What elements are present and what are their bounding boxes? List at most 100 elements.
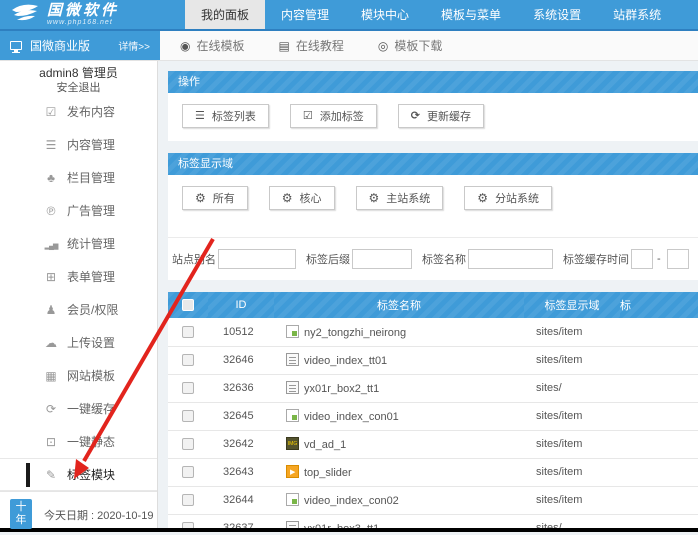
tag-name-link[interactable]: video_index_tt01 <box>304 355 387 367</box>
sidebar-item-icon <box>44 106 58 118</box>
tag-name-link[interactable]: vd_ad_1 <box>304 439 346 451</box>
sidebar-item[interactable]: 发布内容 <box>0 95 157 128</box>
site-alias-input[interactable] <box>218 249 296 269</box>
row-checkbox[interactable] <box>182 466 194 478</box>
row-id: 10512 <box>208 318 274 346</box>
tag-name-link[interactable]: video_index_con01 <box>304 411 399 423</box>
action-button[interactable]: 标签列表 <box>182 104 269 128</box>
sidebar-item-label: 一键缓存 <box>67 400 115 417</box>
cogs-icon <box>282 192 293 205</box>
row-checkbox[interactable] <box>182 494 194 506</box>
tag-type-icon <box>286 353 299 366</box>
tag-name-label: 标签名称 <box>422 251 466 267</box>
tag-name-link[interactable]: top_slider <box>304 467 352 479</box>
nav-item[interactable]: 内容管理 <box>265 0 345 29</box>
brand-logo: 国微软件 www.php168.net <box>0 0 185 29</box>
tag-type-icon <box>286 409 299 422</box>
row-checkbox[interactable] <box>182 410 194 422</box>
anniversary-badge: 十年 <box>10 499 32 529</box>
cache-time-from-input[interactable] <box>631 249 653 269</box>
details-link[interactable]: 详情>> <box>118 38 150 53</box>
nav-item[interactable]: 模板与菜单 <box>425 0 517 29</box>
product-banner[interactable]: 国微商业版 详情>> <box>0 31 160 60</box>
select-all-checkbox[interactable] <box>182 299 194 311</box>
row-name-cell: video_index_con02 <box>274 486 524 514</box>
tag-type-icon <box>286 437 299 450</box>
row-display-domain: sites/item <box>524 346 620 374</box>
sidebar-item[interactable]: 栏目管理 <box>0 161 157 194</box>
row-name-cell: video_index_tt01 <box>274 346 524 374</box>
filter-button[interactable]: 主站系统 <box>356 186 444 210</box>
table-row: 32646 video_index_tt01 sites/item <box>168 346 698 374</box>
row-id: 32643 <box>208 458 274 486</box>
sidebar-item[interactable]: 广告管理 <box>0 194 157 227</box>
sidebar-item[interactable]: 统计管理 <box>0 227 157 260</box>
table-row: 32645 video_index_con01 sites/item <box>168 402 698 430</box>
row-extra-cell <box>620 430 698 458</box>
tag-name-input[interactable] <box>468 249 553 269</box>
sidebar-item-icon <box>44 271 58 283</box>
action-button[interactable]: 添加标签 <box>290 104 377 128</box>
sidebar-item[interactable]: 会员/权限 <box>0 293 157 326</box>
row-checkbox-cell <box>168 374 208 402</box>
cache-time-to-input[interactable] <box>667 249 689 269</box>
filter-button[interactable]: 所有 <box>182 186 248 210</box>
tag-type-icon <box>286 465 299 478</box>
toolbar-link-label: 在线模板 <box>196 37 244 54</box>
toolbar-link[interactable]: 在线教程 <box>279 37 344 54</box>
row-checkbox[interactable] <box>182 382 194 394</box>
action-button[interactable]: 更新缓存 <box>398 104 484 128</box>
toolbar-link[interactable]: 模板下载 <box>378 37 443 54</box>
row-checkbox[interactable] <box>182 326 194 338</box>
tag-name-link[interactable]: video_index_con02 <box>304 495 399 507</box>
row-extra-cell <box>620 458 698 486</box>
user-block: admin8 管理员 安全退出 <box>0 61 157 95</box>
tag-name-link[interactable]: yx01r_box3_tt1 <box>304 523 379 528</box>
sidebar-item[interactable]: 表单管理 <box>0 260 157 293</box>
table-row: 10512 ny2_tongzhi_neirong sites/item <box>168 318 698 346</box>
tag-type-icon <box>286 381 299 394</box>
sidebar-item[interactable]: 一键缓存 <box>0 392 157 425</box>
nav-item[interactable]: 模块中心 <box>345 0 425 29</box>
toolbar-link[interactable]: 在线模板 <box>180 37 245 54</box>
button-icon <box>195 111 205 122</box>
table-row: 32643 top_slider sites/item <box>168 458 698 486</box>
table-row: 32637 yx01r_box3_tt1 sites/ <box>168 514 698 528</box>
table-header-row: ID 标签名称 标签显示域 标 <box>168 292 698 318</box>
username: admin8 管理员 <box>0 65 157 81</box>
tags-table: ID 标签名称 标签显示域 标 10512 ny2_tongzhi_neiron… <box>168 292 698 528</box>
sidebar-item[interactable]: 网站模板 <box>0 359 157 392</box>
sidebar-item-icon <box>44 370 58 382</box>
button-icon <box>411 111 420 122</box>
tag-suffix-input[interactable] <box>352 249 412 269</box>
sidebar-item-label: 网站模板 <box>67 367 115 384</box>
col-tag-name: 标签名称 <box>274 292 524 318</box>
filter-button[interactable]: 核心 <box>269 186 335 210</box>
row-checkbox[interactable] <box>182 354 194 366</box>
nav-item[interactable]: 系统设置 <box>517 0 597 29</box>
sidebar-item[interactable]: 标签模块 <box>0 458 157 491</box>
row-checkbox[interactable] <box>182 438 194 450</box>
tag-name-link[interactable]: ny2_tongzhi_neirong <box>304 327 406 339</box>
logout-link[interactable]: 安全退出 <box>0 81 157 96</box>
toolbar-link-icon <box>378 40 388 52</box>
row-name-cell: yx01r_box3_tt1 <box>274 514 524 528</box>
sidebar-item[interactable]: 一键静态 <box>0 425 157 458</box>
toolbar-link-icon <box>180 40 190 52</box>
nav-item[interactable]: 站群系统 <box>597 0 677 29</box>
select-all-cell <box>168 292 208 318</box>
sidebar-item[interactable]: 内容管理 <box>0 128 157 161</box>
row-id: 32645 <box>208 402 274 430</box>
row-checkbox[interactable] <box>182 522 194 528</box>
tag-type-icon <box>286 521 299 528</box>
row-name-cell: vd_ad_1 <box>274 430 524 458</box>
sidebar-item-label: 栏目管理 <box>67 169 115 186</box>
row-display-domain: sites/item <box>524 486 620 514</box>
button-label: 更新缓存 <box>427 108 471 124</box>
sidebar-item[interactable]: 上传设置 <box>0 326 157 359</box>
filter-button[interactable]: 分站系统 <box>464 186 552 210</box>
nav-item-label: 系统设置 <box>533 6 581 23</box>
nav-item[interactable]: 我的面板 <box>185 0 265 29</box>
col-id: ID <box>208 292 274 318</box>
tag-name-link[interactable]: yx01r_box2_tt1 <box>304 383 379 395</box>
